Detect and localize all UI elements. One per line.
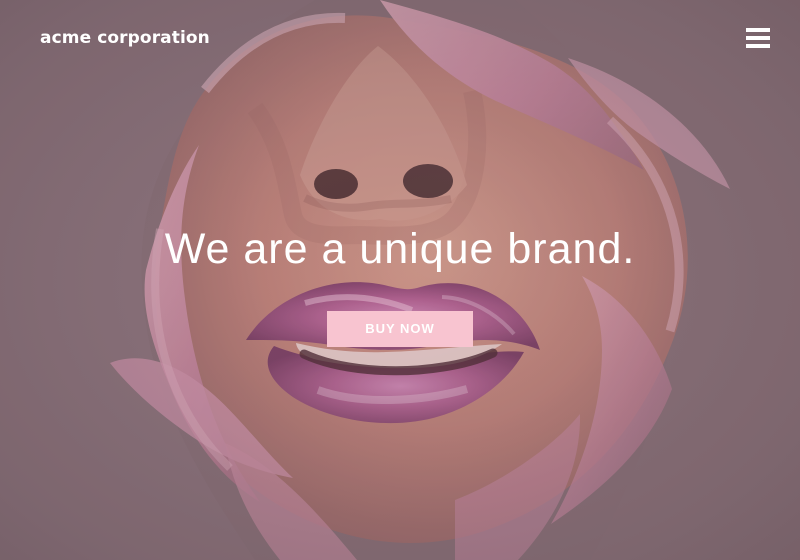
menu-line-top (746, 28, 770, 32)
buy-now-button[interactable]: BUY NOW (327, 311, 473, 347)
hamburger-menu-icon[interactable] (746, 28, 770, 48)
hero-headline: We are a unique brand. (164, 225, 636, 273)
image-overlay (0, 0, 800, 560)
menu-line-bottom (746, 44, 770, 48)
menu-line-middle (746, 36, 770, 40)
top-navigation: acme corporation (0, 0, 800, 78)
hero-section: acme corporation We are a unique brand. … (0, 0, 800, 560)
brand-logo[interactable]: acme corporation (40, 27, 210, 49)
